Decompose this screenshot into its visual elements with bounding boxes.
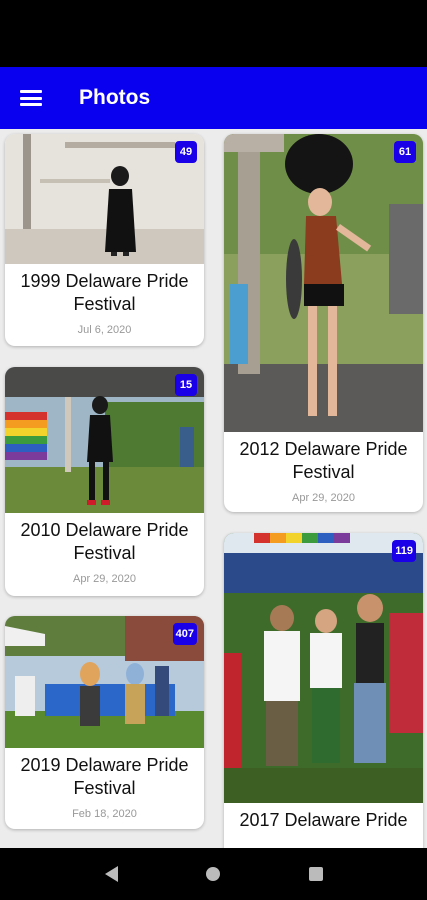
album-card[interactable]: 407 2019 Delaware Pride Festival Feb 18,…: [5, 616, 204, 829]
album-title: 1999 Delaware Pride Festival: [20, 271, 189, 314]
album-grid[interactable]: 49 1999 Delaware Pride Festival Jul 6, 2…: [0, 129, 427, 848]
album-photo: 119: [224, 533, 423, 803]
album-title: 2019 Delaware Pride Festival: [20, 755, 189, 798]
status-bar: [0, 0, 427, 67]
album-date: Jul 6, 2020: [77, 324, 132, 336]
album-photo: 407: [5, 616, 204, 748]
photo-count-badge: 119: [392, 540, 416, 562]
album-title: 2017 Delaware Pride: [239, 810, 408, 830]
photo-count-badge: 15: [175, 374, 197, 396]
album-date: Feb 18, 2020: [72, 808, 137, 820]
app-bar: Photos: [0, 67, 427, 129]
album-title: 2010 Delaware Pride Festival: [20, 520, 189, 563]
album-date: Apr 29, 2020: [292, 492, 355, 504]
recent-apps-icon: [308, 867, 323, 881]
album-photo: 49: [5, 134, 204, 264]
home-icon: [206, 867, 221, 881]
home-button[interactable]: [193, 854, 233, 894]
album-date: Apr 29, 2020: [73, 573, 136, 585]
back-icon: [104, 866, 118, 882]
album-photo: 61: [224, 134, 423, 432]
hamburger-menu-icon: [20, 90, 42, 106]
system-nav-bar: [0, 848, 427, 900]
photo-count-badge: 49: [175, 141, 197, 163]
album-photo: 15: [5, 367, 204, 513]
screen: Photos 49 1999 Delaware Pride Festival J…: [0, 0, 427, 900]
album-card[interactable]: 61 2012 Delaware Pride Festival Apr 29, …: [224, 134, 423, 512]
album-card[interactable]: 119 2017 Delaware Pride: [224, 533, 423, 848]
album-card[interactable]: 15 2010 Delaware Pride Festival Apr 29, …: [5, 367, 204, 596]
photo-count-badge: 61: [394, 141, 416, 163]
photo-count-badge: 407: [172, 623, 197, 645]
recent-apps-button[interactable]: [296, 854, 336, 894]
album-title: 2012 Delaware Pride Festival: [239, 439, 408, 482]
page-title: Photos: [79, 86, 151, 109]
back-button[interactable]: [91, 854, 131, 894]
album-card[interactable]: 49 1999 Delaware Pride Festival Jul 6, 2…: [5, 134, 204, 346]
menu-button[interactable]: [0, 67, 62, 129]
